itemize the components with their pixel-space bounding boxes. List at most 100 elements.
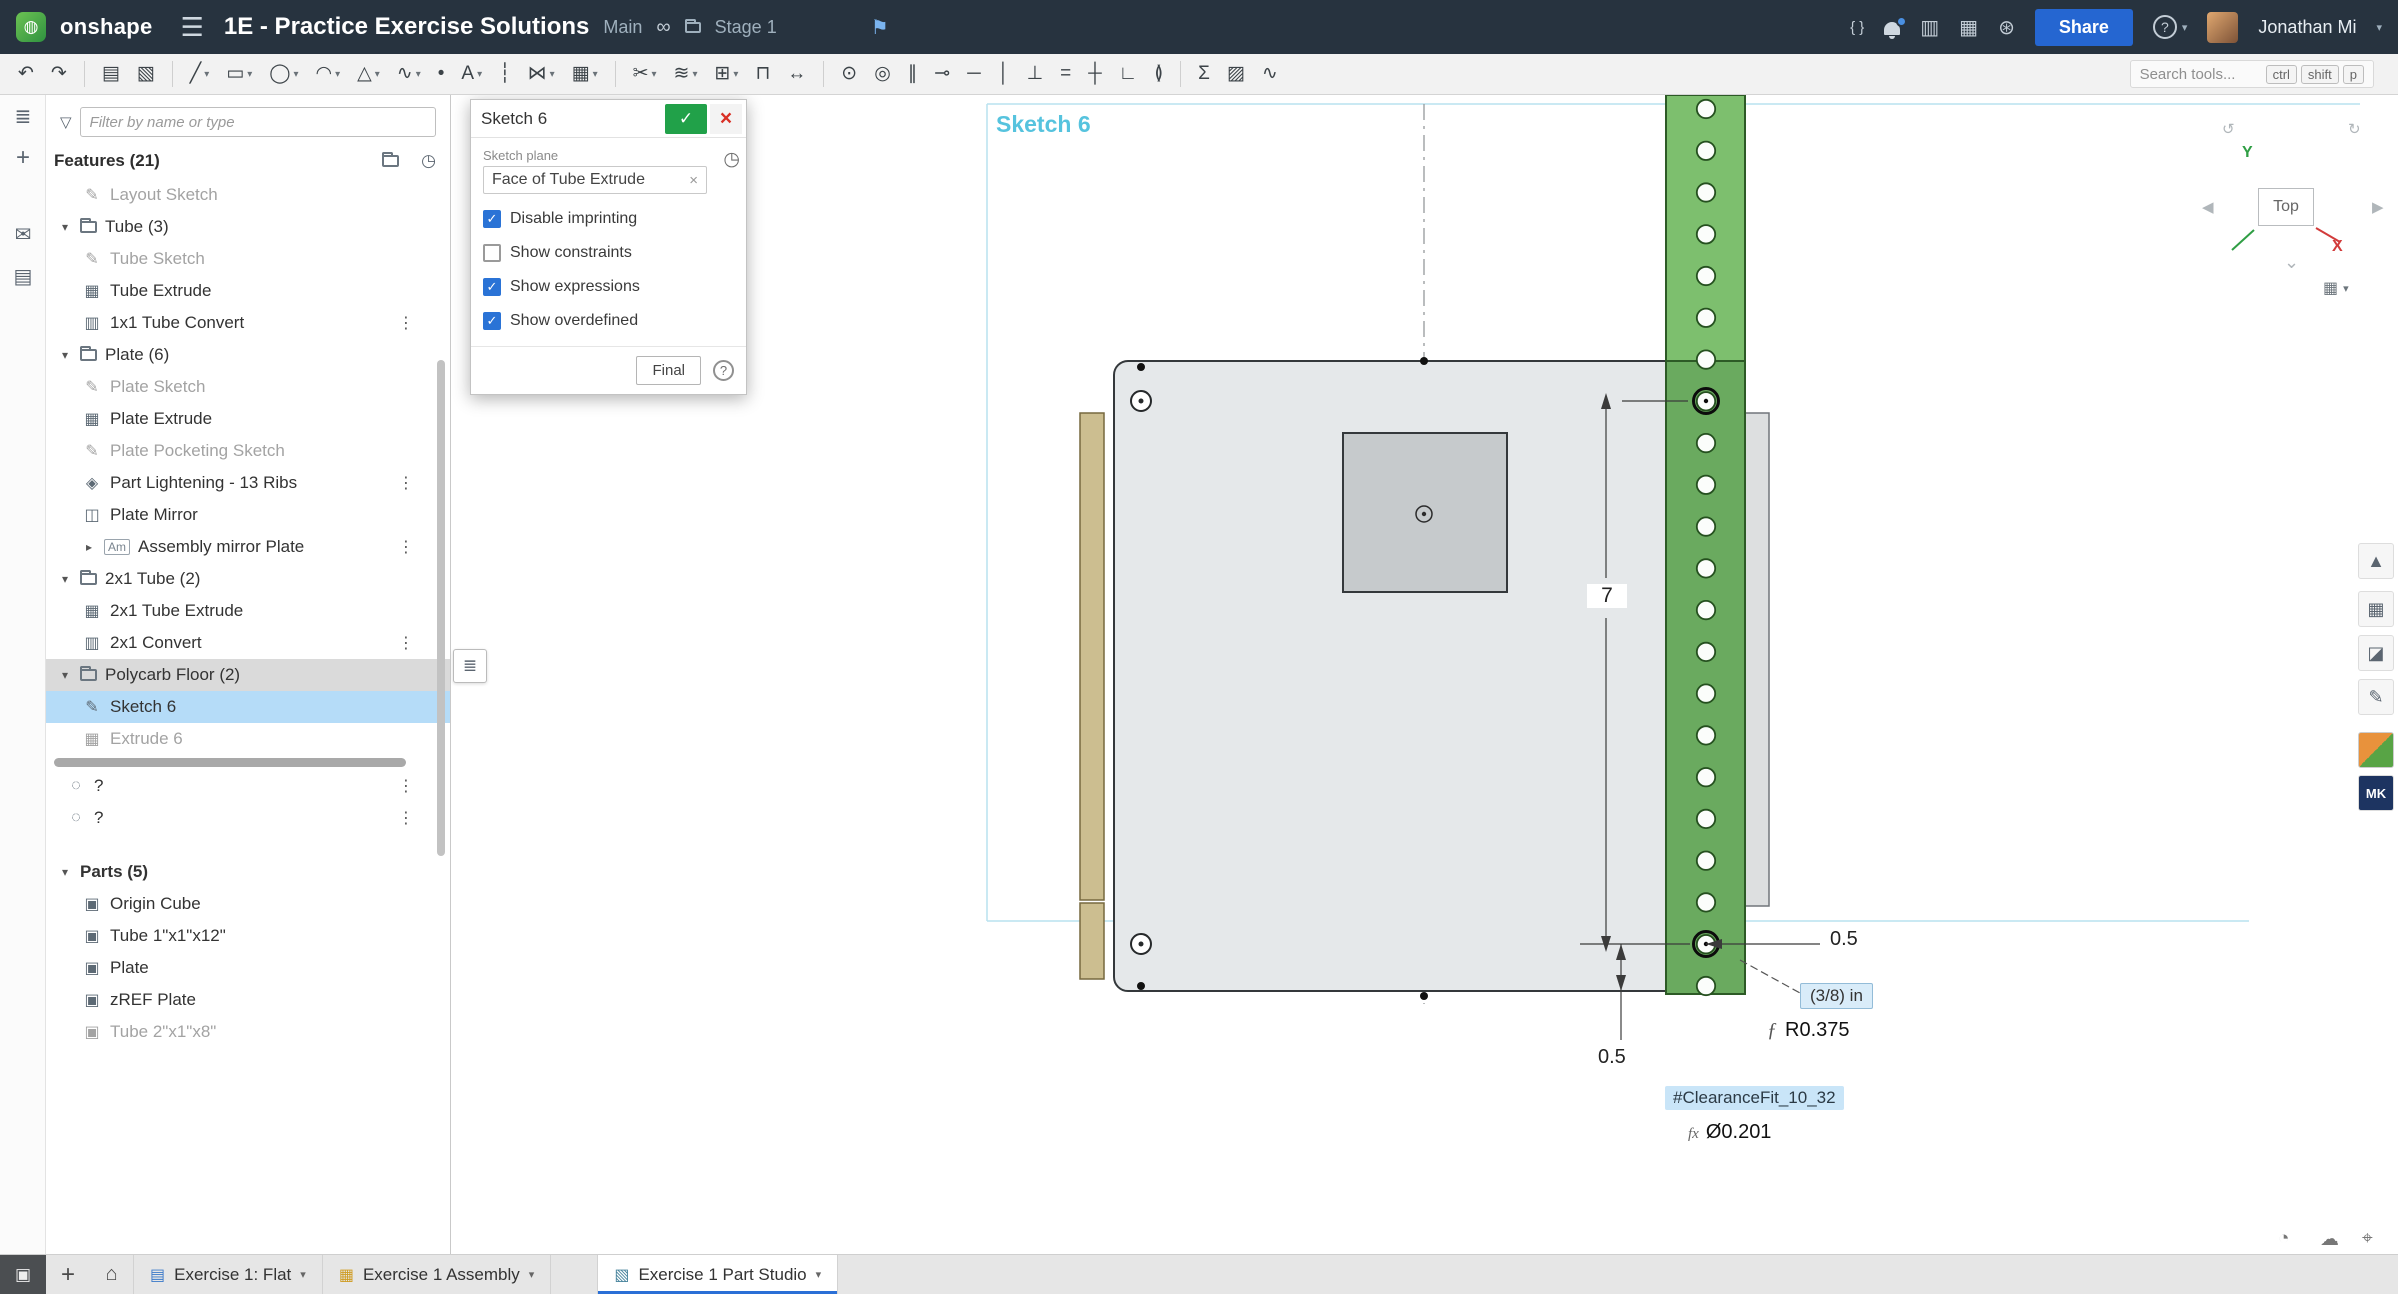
pattern-tool-button[interactable]: ▦▾ xyxy=(564,61,606,87)
user-menu-caret-icon[interactable]: ▾ xyxy=(2376,21,2382,34)
feature-item[interactable]: ◫Plate Mirror xyxy=(46,499,450,531)
feature-item[interactable]: ◌?⋮ xyxy=(46,770,450,802)
point-tool-button[interactable]: • xyxy=(430,61,453,87)
help-icon[interactable]: ? xyxy=(2153,15,2177,39)
document-tab-active[interactable]: ▧Exercise 1 Part Studio▾ xyxy=(597,1255,838,1294)
horizontal-constraint-button[interactable]: ─ xyxy=(959,61,988,87)
checkbox-checked[interactable]: ✓ xyxy=(483,278,501,296)
tab-caret-icon[interactable]: ▾ xyxy=(816,1268,822,1281)
cloud-status-icon[interactable]: ☁ xyxy=(2320,1228,2339,1251)
dropdown-caret-icon[interactable]: ▾ xyxy=(416,69,421,80)
diameter-dimension[interactable]: fxØ0.201 xyxy=(1688,1121,1771,1144)
onshape-logo-icon[interactable]: ◍ xyxy=(16,12,46,42)
version-name[interactable]: Stage 1 xyxy=(715,17,777,38)
feature-item[interactable]: ▥1x1 Tube Convert⋮ xyxy=(46,307,450,339)
share-button[interactable]: Share xyxy=(2035,9,2133,46)
polygon-tool-button[interactable]: △▾ xyxy=(349,61,388,87)
featurescript-icon[interactable]: { } xyxy=(1850,19,1864,36)
sketch-circle-top-center[interactable] xyxy=(1704,399,1708,403)
equal-constraint-button[interactable]: = xyxy=(1052,61,1079,87)
convert-tool-button[interactable]: ⊞▾ xyxy=(707,61,747,87)
caret-down-icon[interactable]: ▾ xyxy=(58,668,72,682)
radius-dimension[interactable]: ƒR0.375 xyxy=(1767,1019,1850,1042)
circle-tool-button[interactable]: ◯▾ xyxy=(261,61,306,87)
tube-hole[interactable] xyxy=(1697,810,1715,828)
insert-image-button[interactable]: ▧ xyxy=(129,61,163,87)
dropdown-caret-icon[interactable]: ▾ xyxy=(204,69,209,80)
midpoint-constraint-button[interactable]: ┼ xyxy=(1080,61,1109,87)
suppress-dots-icon[interactable]: ⋮ xyxy=(398,313,414,333)
feature-item[interactable]: ▥2x1 Convert⋮ xyxy=(46,627,450,659)
concentric-constraint-button[interactable]: ◎ xyxy=(866,61,899,87)
dimension-offset-bottom[interactable]: 0.5 xyxy=(1598,1046,1626,1069)
part-item[interactable]: ▣zREF Plate xyxy=(46,984,450,1016)
parallel-constraint-button[interactable]: ∥ xyxy=(900,61,926,87)
vertex-dot[interactable] xyxy=(1137,363,1145,371)
rotate-ccw-icon[interactable]: ↺ xyxy=(2222,120,2235,138)
edit-appearance-button[interactable]: ✎ xyxy=(2358,679,2394,715)
tree-vertical-scrollbar[interactable] xyxy=(437,360,445,856)
tube-hole[interactable] xyxy=(1697,517,1715,535)
filter-input[interactable] xyxy=(80,107,436,137)
vertex-dot[interactable] xyxy=(1420,357,1428,365)
tree-horizontal-scrollbar[interactable] xyxy=(54,758,406,767)
scene-panel-button[interactable]: ▲ xyxy=(2358,543,2394,579)
tab-caret-icon[interactable]: ▾ xyxy=(529,1268,535,1281)
dropdown-caret-icon[interactable]: ▾ xyxy=(692,69,697,80)
trim-tool-button[interactable]: ✂▾ xyxy=(625,61,665,87)
vertical-constraint-button[interactable]: │ xyxy=(990,61,1018,87)
tube-hole[interactable] xyxy=(1697,350,1715,368)
community-icon[interactable]: ⊛ xyxy=(1998,15,2015,40)
offset-tool-button[interactable]: ≋▾ xyxy=(666,61,706,87)
caret-down-icon[interactable]: ▾ xyxy=(58,572,72,586)
checkbox-checked[interactable]: ✓ xyxy=(483,312,501,330)
wood-rail-upper[interactable] xyxy=(1080,413,1104,900)
caret-down-icon[interactable]: ▾ xyxy=(58,348,72,362)
rotate-down-icon[interactable]: ⌄ xyxy=(2284,252,2299,273)
final-button[interactable]: Final xyxy=(636,356,701,385)
spline-tool-button[interactable]: ∿▾ xyxy=(389,61,429,87)
feature-folder[interactable]: ▾Plate (6) xyxy=(46,339,450,371)
learning-center-icon[interactable]: ⚑ xyxy=(871,15,889,40)
clearance-variable-chip[interactable]: #ClearanceFit_10_32 xyxy=(1665,1086,1844,1110)
dialog-option-row[interactable]: ✓Show expressions xyxy=(483,270,734,304)
properties-icon[interactable]: ▤ xyxy=(0,255,46,297)
feature-item[interactable]: ▦Plate Extrude xyxy=(46,403,450,435)
line-tool-button[interactable]: ╱▾ xyxy=(182,61,217,87)
sketch-plane-field[interactable]: Face of Tube Extrude × xyxy=(483,166,707,194)
insert-dxf-button[interactable]: ▤ xyxy=(94,61,128,87)
tube-hole[interactable] xyxy=(1697,977,1715,995)
feature-item[interactable]: ✎Plate Sketch xyxy=(46,371,450,403)
dialog-option-row[interactable]: ✓Disable imprinting xyxy=(483,202,734,236)
comments-icon[interactable]: ✉ xyxy=(0,213,46,255)
feature-item[interactable]: ▦Tube Extrude xyxy=(46,275,450,307)
tube-hole[interactable] xyxy=(1697,726,1715,744)
insert-feature-icon[interactable]: + xyxy=(0,137,46,179)
tube-hole[interactable] xyxy=(1697,559,1715,577)
tube-hole[interactable] xyxy=(1697,183,1715,201)
checkbox-checked[interactable]: ✓ xyxy=(483,210,501,228)
feature-item[interactable]: ◈Part Lightening - 13 Ribs⋮ xyxy=(46,467,450,499)
feature-item[interactable]: ✎Plate Pocketing Sketch xyxy=(46,435,450,467)
text-tool-button[interactable]: A▾ xyxy=(453,61,490,87)
user-name[interactable]: Jonathan Mi xyxy=(2258,17,2356,38)
create-folder-icon[interactable] xyxy=(382,155,399,167)
tangent-constraint-button[interactable]: ⊸ xyxy=(926,61,958,87)
dropdown-caret-icon[interactable]: ▾ xyxy=(247,69,252,80)
rectangle-tool-button[interactable]: ▭▾ xyxy=(218,61,260,87)
suppress-dots-icon[interactable]: ⋮ xyxy=(398,808,414,828)
tab-manager-home-button[interactable]: ⌂ xyxy=(90,1255,134,1294)
tube-hole[interactable] xyxy=(1697,643,1715,661)
feature-item[interactable]: ✎Layout Sketch xyxy=(46,179,450,211)
tab-caret-icon[interactable]: ▾ xyxy=(300,1268,306,1281)
wood-rail-lower[interactable] xyxy=(1080,903,1104,979)
view-cube-menu[interactable]: ▦▾ xyxy=(2323,278,2349,298)
view-cube-face-top[interactable]: Top xyxy=(2258,188,2314,226)
pocket-center-point[interactable] xyxy=(1422,512,1426,516)
target-point-top-center[interactable] xyxy=(1139,399,1144,404)
suppress-dots-icon[interactable]: ⋮ xyxy=(398,633,414,653)
accept-button[interactable]: ✓ xyxy=(665,104,707,134)
radius-expression-chip[interactable]: (3/8) in xyxy=(1800,983,1873,1009)
symmetric-constraint-button[interactable]: ≬ xyxy=(1146,61,1171,87)
target-point-bottom-center[interactable] xyxy=(1139,942,1144,947)
